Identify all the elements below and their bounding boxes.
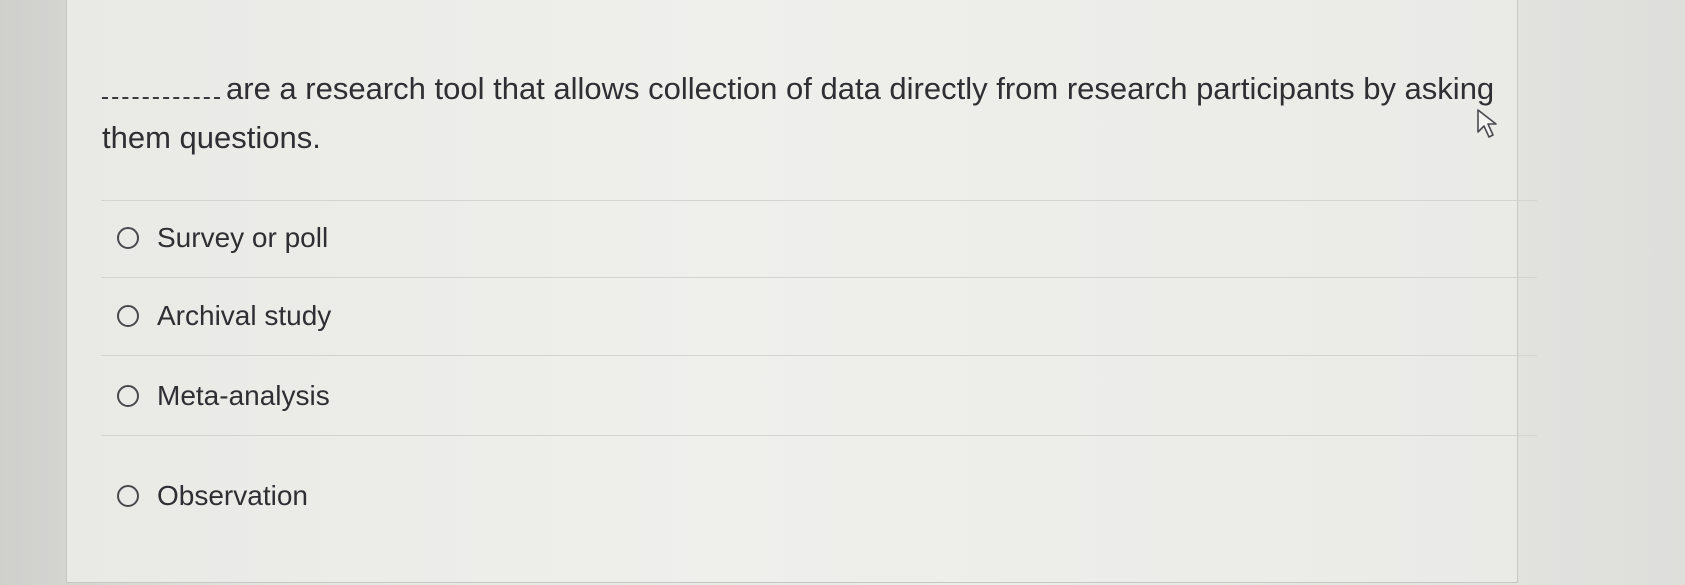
option-label: Archival study bbox=[157, 300, 332, 331]
radio-button[interactable] bbox=[117, 485, 139, 507]
radio-button[interactable] bbox=[117, 305, 139, 327]
radio-button[interactable] bbox=[117, 227, 139, 249]
divider bbox=[101, 277, 1537, 278]
option-label: Survey or poll bbox=[157, 222, 329, 253]
option-archival-study[interactable]: Archival study bbox=[117, 296, 331, 336]
mouse-pointer-icon bbox=[1477, 109, 1497, 138]
question-text: are a research tool that allows collecti… bbox=[102, 71, 1495, 155]
answer-blank bbox=[102, 77, 220, 99]
question-card: are a research tool that allows collecti… bbox=[66, 0, 1537, 583]
option-observation[interactable]: Observation bbox=[117, 476, 308, 516]
radio-button[interactable] bbox=[117, 385, 139, 407]
quiz-page: are a research tool that allows collecti… bbox=[0, 0, 1685, 585]
option-meta-analysis[interactable]: Meta-analysis bbox=[117, 376, 330, 416]
question-prompt: are a research tool that allows collecti… bbox=[102, 64, 1502, 162]
divider bbox=[101, 435, 1537, 436]
option-label: Meta-analysis bbox=[157, 380, 330, 411]
option-label: Observation bbox=[157, 480, 308, 511]
divider bbox=[101, 200, 1537, 201]
option-survey-or-poll[interactable]: Survey or poll bbox=[117, 218, 328, 258]
divider bbox=[101, 355, 1537, 356]
